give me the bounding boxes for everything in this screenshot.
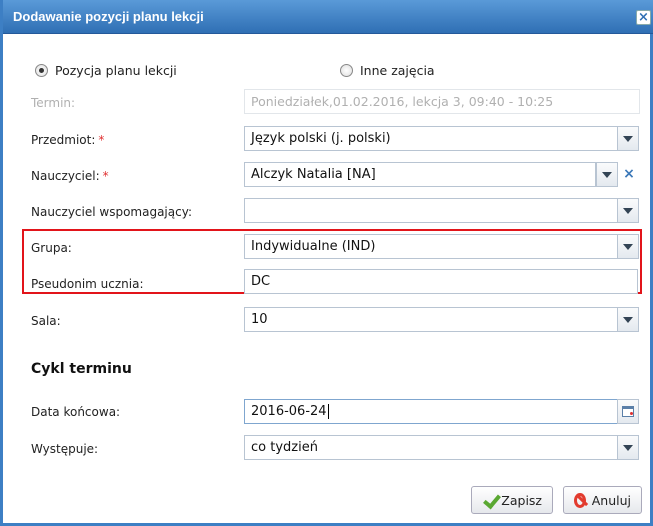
required-marker: * [98,133,105,147]
sala-select[interactable]: 10 [244,307,618,332]
save-label: Zapisz [501,492,542,508]
grupa-label: Grupa: [31,241,72,255]
przedmiot-label: Przedmiot: * [31,133,104,147]
grupa-dropdown-icon[interactable] [617,234,639,259]
sala-label: Sala: [31,314,61,328]
przedmiot-select[interactable]: Język polski (j. polski) [244,126,618,151]
nauczyciel-label: Nauczyciel: * [31,169,109,183]
dialog-window: Dodawanie pozycji planu lekcji × Pozycja… [0,0,653,526]
calendar-icon[interactable] [617,399,639,424]
clear-icon[interactable]: × [620,162,638,187]
cancel-label: Anuluj [591,492,631,508]
text-cursor [327,404,329,419]
cancel-button[interactable]: Anuluj [563,486,642,514]
data-koncowa-input[interactable]: 2016-06-24 [244,399,618,424]
termin-label: Termin: [31,96,76,110]
cancel-icon [574,492,586,508]
close-icon[interactable]: × [636,10,651,25]
sala-dropdown-icon[interactable] [617,307,639,332]
pseudonim-input[interactable]: DC [244,269,638,294]
radio-inne-label: Inne zajęcia [360,63,435,78]
wystepuje-select[interactable]: co tydzień [244,435,618,460]
data-koncowa-label: Data końcowa: [31,405,121,419]
wspomagajacy-label: Nauczyciel wspomagający: [31,205,192,219]
wspomagajacy-select[interactable] [244,198,618,223]
przedmiot-dropdown-icon[interactable] [617,126,639,151]
wystepuje-label: Występuje: [31,442,99,456]
nauczyciel-label-text: Nauczyciel: [31,169,100,183]
radio-pozycja-planu[interactable]: Pozycja planu lekcji [35,63,177,78]
pseudonim-label: Pseudonim ucznia: [31,277,144,291]
radio-unselected-icon [340,64,353,77]
radio-inne-zajecia[interactable]: Inne zajęcia [340,63,435,78]
radio-pozycja-label: Pozycja planu lekcji [55,63,177,78]
data-koncowa-value: 2016-06-24 [251,404,327,419]
wspomagajacy-dropdown-icon[interactable] [617,198,639,223]
required-marker: * [102,169,109,183]
przedmiot-label-text: Przedmiot: [31,133,96,147]
nauczyciel-select[interactable]: Alczyk Natalia [NA] [244,162,596,187]
checkmark-icon [482,492,495,508]
radio-selected-icon [35,64,48,77]
dialog-title: Dodawanie pozycji planu lekcji [13,9,204,24]
grupa-select[interactable]: Indywidualne (IND) [244,234,618,259]
cykl-heading: Cykl terminu [31,361,132,377]
dialog-titlebar[interactable]: Dodawanie pozycji planu lekcji × [3,0,653,34]
termin-field: Poniedziałek,01.02.2016, lekcja 3, 09:40… [244,89,640,114]
nauczyciel-dropdown-icon[interactable] [596,162,618,187]
wystepuje-dropdown-icon[interactable] [617,435,639,460]
save-button[interactable]: Zapisz [471,486,553,514]
